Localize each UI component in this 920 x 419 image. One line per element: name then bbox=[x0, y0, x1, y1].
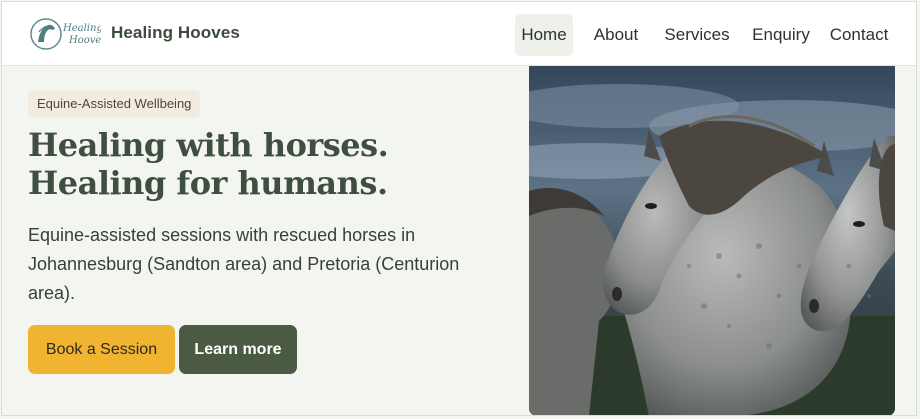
horses-photo bbox=[529, 66, 895, 415]
nav-enquiry[interactable]: Enquiry bbox=[747, 14, 815, 56]
hero-headline: Healing with horses. Healing for humans. bbox=[28, 126, 389, 202]
logo-text-line1: Healing bbox=[62, 23, 101, 34]
hero-badge: Equine-Assisted Wellbeing bbox=[28, 90, 201, 118]
nav-contact[interactable]: Contact bbox=[824, 14, 894, 56]
logo-text-line2: Hooves bbox=[68, 35, 101, 46]
page-frame: Healing Hooves Healing Hooves Home About… bbox=[1, 1, 917, 416]
top-navbar: Healing Hooves Healing Hooves Home About… bbox=[2, 2, 916, 66]
nav-home[interactable]: Home bbox=[515, 14, 573, 56]
nav-about[interactable]: About bbox=[585, 14, 647, 56]
nav-services[interactable]: Services bbox=[655, 14, 739, 56]
learn-more-button[interactable]: Learn more bbox=[179, 325, 297, 374]
horse-logo-icon: Healing Hooves bbox=[30, 18, 106, 50]
book-session-button[interactable]: Book a Session bbox=[28, 325, 175, 374]
hero-lede: Equine-assisted sessions with rescued ho… bbox=[28, 225, 460, 303]
brand-logo[interactable]: Healing Hooves bbox=[29, 16, 106, 52]
brand-name[interactable]: Healing Hooves bbox=[111, 23, 240, 43]
hero-horses-image bbox=[529, 66, 895, 415]
